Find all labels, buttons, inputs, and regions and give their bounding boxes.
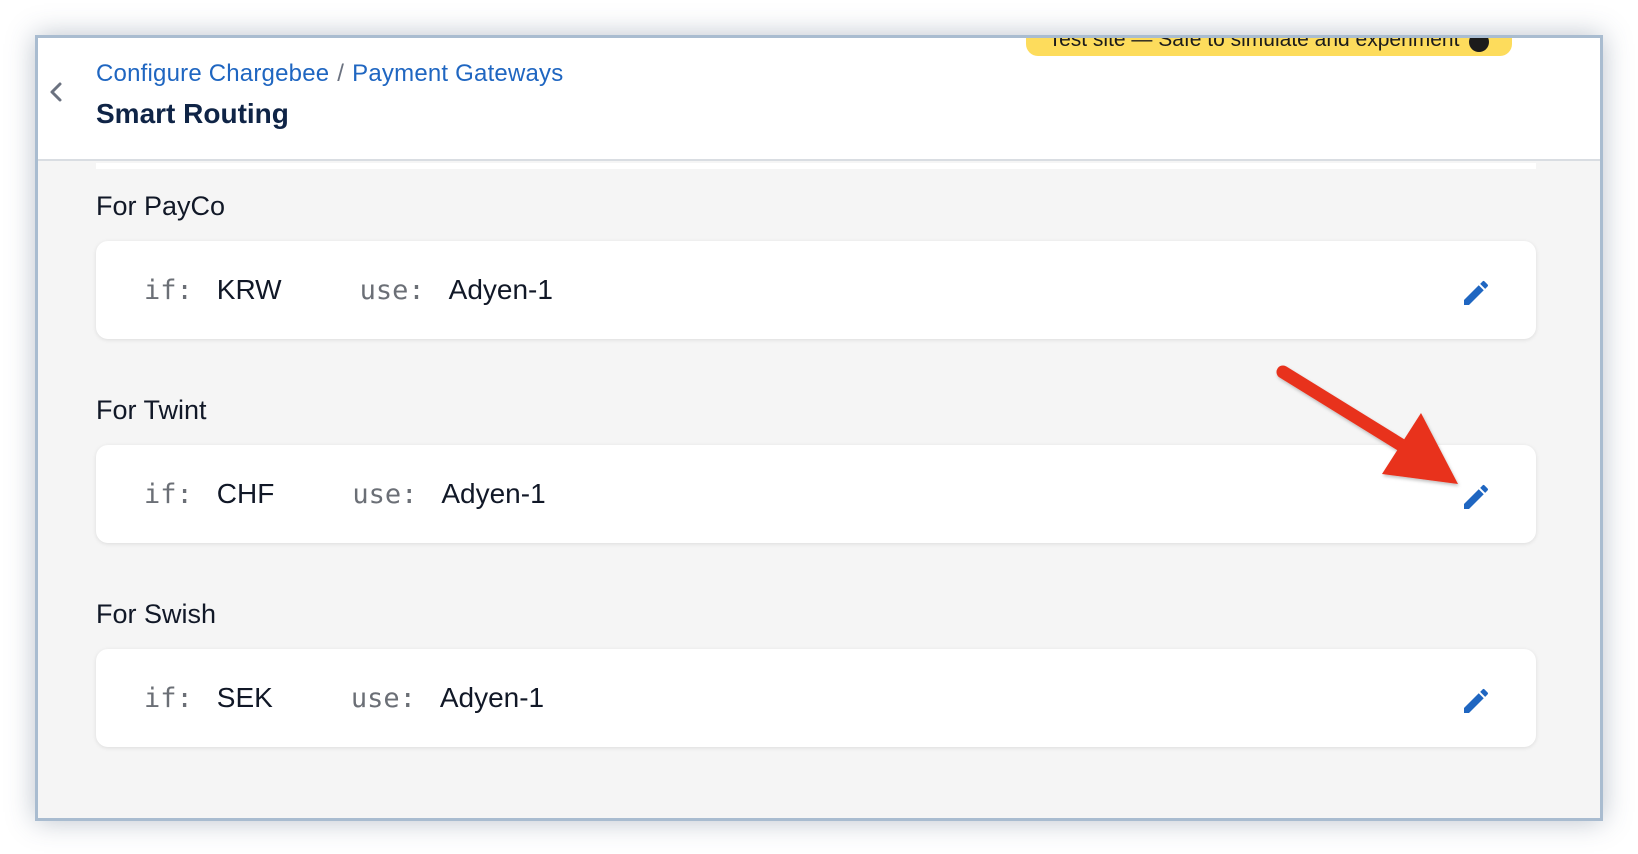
pencil-icon bbox=[1464, 484, 1489, 509]
gateway-value: Adyen-1 bbox=[441, 478, 546, 509]
route-section-payco: For PayCo if: KRW use: Adyen-1 bbox=[96, 183, 1536, 339]
gateway-value: Adyen-1 bbox=[439, 682, 545, 713]
if-label: if: bbox=[144, 682, 193, 714]
test-site-banner-text: Test site — Safe to simulate and experim… bbox=[1048, 35, 1460, 51]
page-title: Smart Routing bbox=[96, 98, 289, 129]
edit-route-button[interactable] bbox=[1460, 685, 1492, 717]
chevron-left-icon bbox=[50, 82, 62, 102]
if-label: if: bbox=[144, 478, 193, 510]
currency-value: CHF bbox=[216, 478, 275, 509]
breadcrumb-separator: / bbox=[337, 60, 345, 87]
route-title: For Swish bbox=[96, 599, 217, 629]
scroll-edge bbox=[96, 163, 1536, 169]
pencil-icon bbox=[1464, 280, 1489, 305]
edit-route-button[interactable] bbox=[1460, 481, 1492, 513]
breadcrumb-configure-chargebee[interactable]: Configure Chargebee bbox=[96, 60, 329, 87]
use-label: use: bbox=[350, 682, 416, 714]
currency-value: KRW bbox=[216, 274, 282, 305]
app-frame: Configure Chargebee / Payment Gateways Sma… bbox=[35, 35, 1603, 821]
pencil-icon bbox=[1464, 688, 1489, 713]
route-title: For PayCo bbox=[96, 191, 226, 221]
use-label: use: bbox=[359, 274, 425, 306]
if-label: if: bbox=[144, 274, 193, 306]
test-site-banner: Test site — Safe to simulate and experim… bbox=[1026, 35, 1512, 56]
route-rule-card: if: SEK use: Adyen-1 bbox=[96, 649, 1536, 747]
info-icon[interactable] bbox=[1469, 38, 1490, 52]
gateway-value: Adyen-1 bbox=[448, 274, 553, 305]
route-section-twint: For Twint if: CHF use: Adyen-1 bbox=[96, 387, 1536, 543]
route-section-swish: For Swish if: SEK use: Adyen-1 bbox=[96, 591, 1536, 747]
edit-route-button[interactable] bbox=[1460, 277, 1492, 309]
route-rule-card: if: KRW use: Adyen-1 bbox=[96, 241, 1536, 339]
use-label: use: bbox=[352, 478, 418, 510]
back-button[interactable] bbox=[42, 78, 70, 106]
route-title: For Twint bbox=[96, 395, 207, 425]
breadcrumb-payment-gateways[interactable]: Payment Gateways bbox=[352, 60, 563, 87]
breadcrumb: Configure Chargebee / Payment Gateways bbox=[96, 60, 563, 88]
currency-value: SEK bbox=[216, 682, 273, 713]
route-rule-card: if: CHF use: Adyen-1 bbox=[96, 445, 1536, 543]
page-header: Configure Chargebee / Payment Gateways Sma… bbox=[38, 38, 1600, 161]
